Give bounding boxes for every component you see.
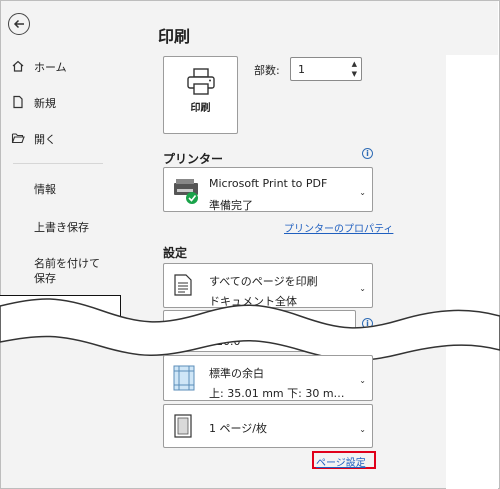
chevron-down-icon: ⌄ — [359, 376, 366, 385]
nav-item-label: 新規 — [34, 97, 56, 110]
nav-item-save-as[interactable]: 名前を付けて保存 — [34, 256, 109, 286]
copies-stepper[interactable]: 1 ▲ ▼ — [290, 57, 362, 81]
print-button-label: 印刷 — [190, 103, 211, 114]
pages-per-sheet-value: 1 ページ/枚 — [209, 422, 267, 435]
nav-item-save[interactable]: 上書き保存 — [34, 220, 89, 235]
chevron-down-icon: ⌄ — [359, 425, 366, 434]
single-page-icon — [172, 413, 194, 443]
nav-item-info[interactable]: 情報 — [34, 182, 56, 197]
home-icon — [11, 59, 25, 73]
backstage-nav: ホーム 新規 開く 情報 上書き保存 名前を付けて保存 — [1, 1, 122, 488]
nav-item-label: ホーム — [34, 61, 67, 74]
page-setup-highlight: ページ設定 — [312, 451, 376, 469]
spin-up-icon[interactable]: ▲ — [352, 60, 357, 68]
print-preview — [446, 55, 498, 489]
printer-device-icon — [172, 176, 202, 208]
info-icon[interactable]: i — [362, 148, 373, 159]
printer-status: 準備完了 — [209, 199, 253, 212]
margins-select[interactable]: 標準の余白 上: 35.01 mm 下: 30 m… ⌄ — [163, 355, 373, 401]
printer-name: Microsoft Print to PDF — [209, 177, 328, 190]
printer-select[interactable]: Microsoft Print to PDF 準備完了 ⌄ — [163, 167, 373, 212]
printer-section-title: プリンター — [163, 152, 224, 166]
margins-detail: 上: 35.01 mm 下: 30 m… — [209, 387, 345, 400]
copies-label: 部数: — [254, 64, 280, 77]
copies-value: 1 — [298, 63, 305, 76]
chevron-down-icon: ⌄ — [359, 188, 366, 197]
margins-value: 標準の余白 — [209, 367, 264, 380]
page-title: 印刷 — [158, 27, 191, 46]
nav-divider — [13, 163, 103, 164]
nav-item-label: 開く — [34, 133, 56, 146]
print-range-value: すべてのページを印刷 — [209, 275, 318, 288]
back-arrow-icon[interactable] — [8, 13, 30, 35]
printer-icon — [187, 68, 215, 95]
settings-section-title: 設定 — [163, 246, 188, 260]
margins-icon — [172, 364, 196, 396]
printer-properties-link[interactable]: プリンターのプロパティ — [284, 220, 393, 235]
new-document-icon — [11, 95, 25, 109]
open-folder-icon — [11, 131, 25, 145]
page-setup-link[interactable]: ページ設定 — [316, 454, 366, 469]
spin-down-icon[interactable]: ▼ — [352, 70, 357, 78]
wave-divider — [0, 298, 500, 362]
pages-per-sheet-select[interactable]: 1 ページ/枚 ⌄ — [163, 404, 373, 448]
print-button[interactable]: 印刷 — [163, 56, 238, 134]
